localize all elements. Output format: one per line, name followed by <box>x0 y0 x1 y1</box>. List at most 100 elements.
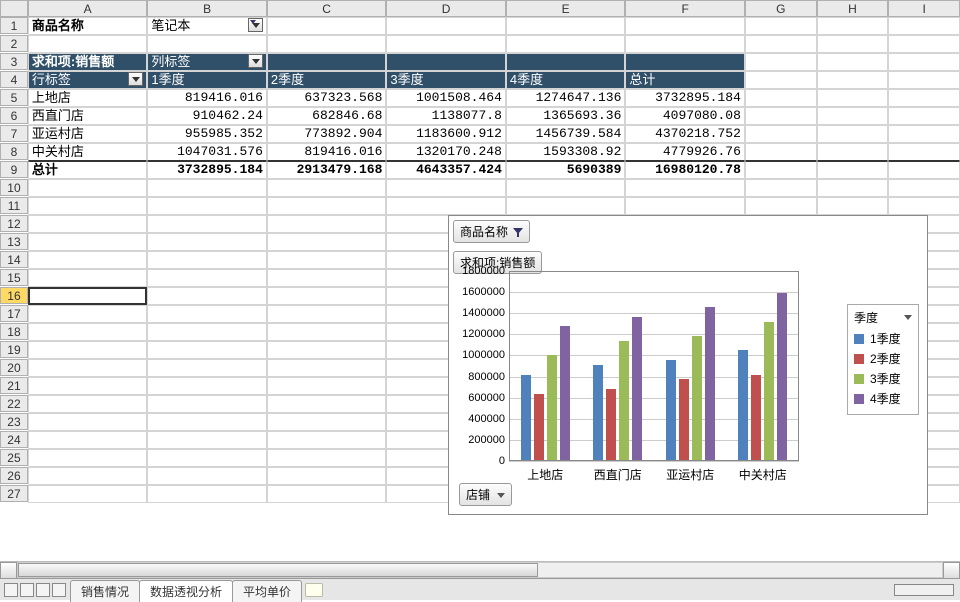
tab-nav-first[interactable] <box>4 583 18 597</box>
row-header-17[interactable]: 17 <box>0 305 28 322</box>
cell[interactable] <box>147 179 267 197</box>
cell[interactable] <box>625 35 745 53</box>
column-header-D[interactable]: D <box>386 0 506 17</box>
row-header-8[interactable]: 8 <box>0 143 28 160</box>
row-header-13[interactable]: 13 <box>0 233 28 250</box>
cell[interactable] <box>506 197 626 215</box>
tab-nav-last[interactable] <box>52 583 66 597</box>
row-header-16[interactable]: 16 <box>0 287 28 304</box>
row-labels-dropdown-icon[interactable] <box>128 72 143 86</box>
cell[interactable] <box>386 197 506 215</box>
cell[interactable] <box>506 179 626 197</box>
scroll-left-button[interactable] <box>0 562 17 579</box>
pivot-column-label[interactable]: 列标签 <box>147 53 267 71</box>
cell[interactable] <box>817 17 889 35</box>
sheet-tab-销售情况[interactable]: 销售情况 <box>70 580 140 602</box>
cell[interactable] <box>817 107 889 125</box>
row-header-24[interactable]: 24 <box>0 431 28 448</box>
cell[interactable] <box>888 17 960 35</box>
tab-nav-prev[interactable] <box>20 583 34 597</box>
column-labels-dropdown-icon[interactable] <box>248 54 263 68</box>
cell[interactable] <box>888 161 960 179</box>
column-header-H[interactable]: H <box>817 0 889 17</box>
cell[interactable] <box>817 179 889 197</box>
cell[interactable] <box>147 35 267 53</box>
row-header-4[interactable]: 4 <box>0 71 28 88</box>
pivot-row-label[interactable]: 行标签 <box>28 71 148 89</box>
cell[interactable] <box>817 143 889 161</box>
row-header-7[interactable]: 7 <box>0 125 28 142</box>
legend-item[interactable]: 2季度 <box>854 350 912 367</box>
chart-filter-product-button[interactable]: 商品名称 <box>453 220 530 243</box>
cell[interactable] <box>28 395 148 413</box>
cell[interactable] <box>817 53 889 71</box>
cell[interactable] <box>28 485 148 503</box>
cell[interactable] <box>147 233 267 251</box>
cell[interactable] <box>147 287 267 305</box>
column-header-C[interactable]: C <box>267 0 387 17</box>
cell[interactable] <box>28 251 148 269</box>
filter-field-value[interactable]: 笔记本 <box>147 17 267 35</box>
cell[interactable] <box>147 359 267 377</box>
sheet-tab-数据透视分析[interactable]: 数据透视分析 <box>139 580 233 602</box>
cell[interactable] <box>745 17 817 35</box>
cell[interactable] <box>267 467 387 485</box>
cell[interactable] <box>817 125 889 143</box>
cell[interactable] <box>745 35 817 53</box>
cell[interactable] <box>888 35 960 53</box>
cell[interactable] <box>888 71 960 89</box>
cell[interactable] <box>28 305 148 323</box>
chart-axis-category-button[interactable]: 店铺 <box>459 483 512 506</box>
legend-item[interactable]: 3季度 <box>854 370 912 387</box>
row-header-23[interactable]: 23 <box>0 413 28 430</box>
row-header-10[interactable]: 10 <box>0 179 28 196</box>
cell[interactable] <box>147 485 267 503</box>
cell[interactable] <box>625 197 745 215</box>
cell[interactable] <box>267 413 387 431</box>
row-header-5[interactable]: 5 <box>0 89 28 106</box>
chart-legend[interactable]: 季度 1季度2季度3季度4季度 <box>847 304 919 415</box>
new-sheet-icon[interactable] <box>305 583 323 597</box>
cell[interactable] <box>267 395 387 413</box>
cell[interactable] <box>267 215 387 233</box>
cell[interactable] <box>267 179 387 197</box>
cell[interactable] <box>267 359 387 377</box>
tab-scroll-track[interactable] <box>894 584 954 596</box>
cell[interactable] <box>817 35 889 53</box>
cell[interactable] <box>386 35 506 53</box>
cell[interactable] <box>506 35 626 53</box>
cell[interactable] <box>147 269 267 287</box>
cell[interactable] <box>625 179 745 197</box>
cell[interactable] <box>267 341 387 359</box>
filter-dropdown-icon[interactable] <box>248 18 263 32</box>
cell[interactable] <box>28 215 148 233</box>
row-header-25[interactable]: 25 <box>0 449 28 466</box>
cell[interactable] <box>147 377 267 395</box>
cell[interactable] <box>888 89 960 107</box>
cell[interactable] <box>625 17 745 35</box>
cell[interactable] <box>28 431 148 449</box>
row-header-3[interactable]: 3 <box>0 53 28 70</box>
row-header-20[interactable]: 20 <box>0 359 28 376</box>
row-header-6[interactable]: 6 <box>0 107 28 124</box>
column-header-E[interactable]: E <box>506 0 626 17</box>
cell[interactable] <box>745 71 817 89</box>
cell[interactable] <box>28 269 148 287</box>
cell[interactable] <box>817 197 889 215</box>
tab-nav-buttons[interactable] <box>0 583 70 597</box>
cell[interactable] <box>28 323 148 341</box>
cell[interactable] <box>888 53 960 71</box>
row-header-26[interactable]: 26 <box>0 467 28 484</box>
cell[interactable] <box>386 179 506 197</box>
cell[interactable] <box>147 449 267 467</box>
pivot-chart[interactable]: 商品名称 求和项:销售额 020000040000060000080000010… <box>448 215 928 515</box>
cell[interactable] <box>147 323 267 341</box>
legend-item[interactable]: 1季度 <box>854 330 912 347</box>
cell[interactable] <box>386 17 506 35</box>
cell[interactable] <box>506 17 626 35</box>
row-header-18[interactable]: 18 <box>0 323 28 340</box>
cell[interactable] <box>745 89 817 107</box>
column-header-F[interactable]: F <box>625 0 745 17</box>
cell[interactable] <box>28 35 148 53</box>
row-header-15[interactable]: 15 <box>0 269 28 286</box>
